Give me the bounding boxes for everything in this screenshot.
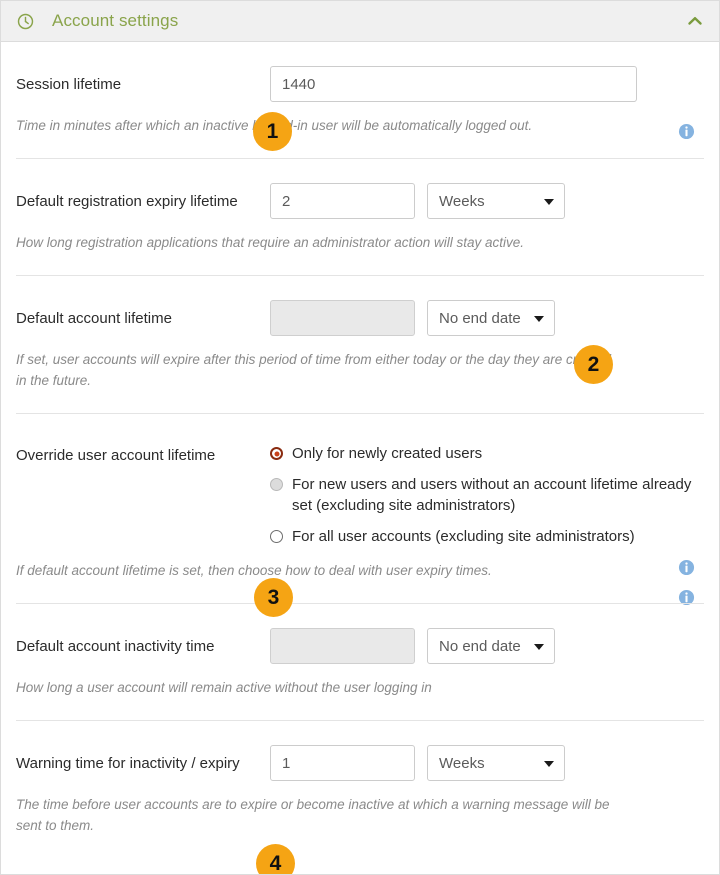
row-warning-time: 6 Warning time for inactivity / expiry W… <box>16 721 704 836</box>
row-account-inactivity: 5 Default account inactivity time No end… <box>16 604 704 721</box>
settings-form: 1 Session lifetime Time in minutes after… <box>1 42 719 874</box>
warning-time-unit-wrapper: Weeks <box>427 745 565 781</box>
clock-icon <box>17 13 34 29</box>
account-inactivity-unit-wrapper: No end date <box>427 628 555 664</box>
radio-option-all-accounts[interactable]: For all user accounts (excluding site ad… <box>270 526 692 547</box>
radio-option-newly-created[interactable]: Only for newly created users <box>270 443 692 464</box>
row-override-account-lifetime: 4 Override user account lifetime Only fo… <box>16 414 704 874</box>
override-account-lifetime-radio-group: Only for newly created users For new use… <box>270 438 692 547</box>
row-account-lifetime: 3 Default account lifetime No end date I… <box>16 276 704 617</box>
help-override-account-lifetime: If default account lifetime is set, then… <box>16 563 492 578</box>
page-title: Account settings <box>52 11 179 30</box>
account-inactivity-input[interactable] <box>270 628 415 664</box>
label-registration-expiry: Default registration expiry lifetime <box>16 193 238 210</box>
radio-option-new-and-unset[interactable]: For new users and users without an accou… <box>270 474 692 516</box>
radio-button-icon[interactable] <box>270 530 283 543</box>
chevron-up-icon[interactable] <box>687 15 703 27</box>
account-lifetime-input[interactable] <box>270 300 415 336</box>
session-lifetime-input[interactable] <box>270 66 637 102</box>
help-session-lifetime: Time in minutes after which an inactive … <box>16 118 533 133</box>
label-override-account-lifetime: Override user account lifetime <box>16 447 216 464</box>
help-account-inactivity: How long a user account will remain acti… <box>16 680 432 695</box>
registration-expiry-unit-wrapper: Weeks <box>427 183 565 219</box>
help-warning-time: The time before user accounts are to exp… <box>16 797 610 833</box>
row-registration-expiry: 2 Default registration expiry lifetime W… <box>16 159 704 384</box>
registration-expiry-input[interactable] <box>270 183 415 219</box>
radio-label: Only for newly created users <box>292 445 483 462</box>
label-account-inactivity: Default account inactivity time <box>16 638 215 655</box>
row-session-lifetime: 1 Session lifetime Time in minutes after… <box>16 42 704 159</box>
account-lifetime-unit-wrapper: No end date <box>427 300 555 336</box>
callout-badge-2: 2 <box>574 345 613 384</box>
info-icon[interactable] <box>678 123 695 140</box>
radio-button-icon[interactable] <box>270 447 283 460</box>
account-lifetime-unit-select[interactable]: No end date <box>427 300 555 336</box>
callout-badge-4: 4 <box>256 844 295 874</box>
label-warning-time: Warning time for inactivity / expiry <box>16 755 240 772</box>
registration-expiry-unit-select[interactable]: Weeks <box>427 183 565 219</box>
label-session-lifetime: Session lifetime <box>16 76 122 93</box>
account-inactivity-unit-select[interactable]: No end date <box>427 628 555 664</box>
label-account-lifetime: Default account lifetime <box>16 310 172 327</box>
warning-time-input[interactable] <box>270 745 415 781</box>
panel-header[interactable]: Account settings <box>1 1 719 42</box>
radio-label: For new users and users without an accou… <box>292 476 692 514</box>
radio-button-icon[interactable] <box>270 478 283 491</box>
callout-badge-1: 1 <box>253 112 292 151</box>
account-settings-panel: Account settings 1 Session lifetime Time… <box>0 0 720 875</box>
callout-badge-3: 3 <box>254 578 293 617</box>
help-registration-expiry: How long registration applications that … <box>16 235 524 250</box>
radio-label: For all user accounts (excluding site ad… <box>292 528 635 545</box>
help-account-lifetime: If set, user accounts will expire after … <box>16 352 612 388</box>
warning-time-unit-select[interactable]: Weeks <box>427 745 565 781</box>
info-icon[interactable] <box>678 559 695 576</box>
